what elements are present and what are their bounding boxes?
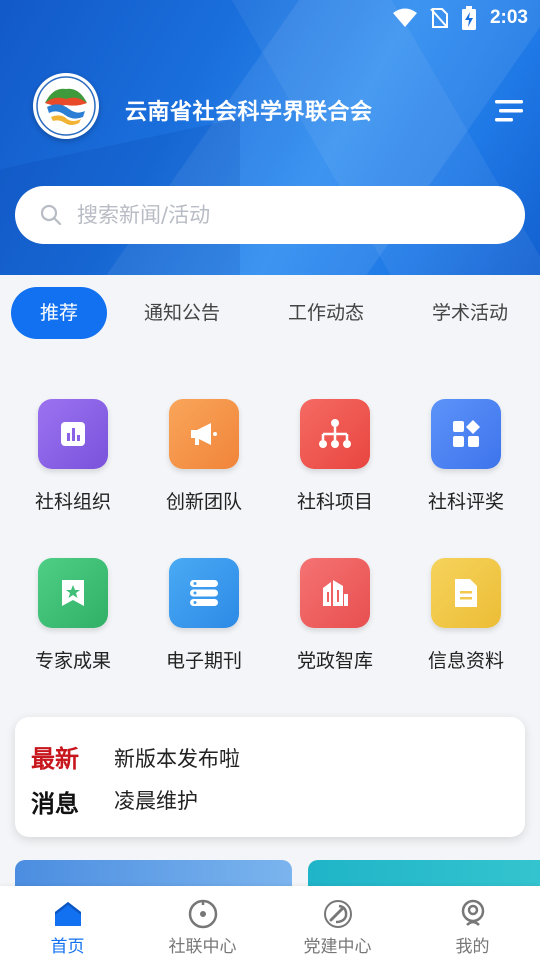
- app-title: 云南省社会科学界联合会: [125, 100, 373, 125]
- wifi-icon: [393, 8, 417, 27]
- apps-icon: [431, 399, 501, 469]
- grid-item-think-tank[interactable]: 党政智库: [270, 558, 400, 673]
- nav-center[interactable]: 社联中心: [135, 886, 270, 960]
- chart-icon: [38, 399, 108, 469]
- grid-item-e-journal[interactable]: 电子期刊: [139, 558, 269, 673]
- compass-icon: [188, 899, 217, 929]
- header: 2:03 云南省社会科学界联合会: [0, 0, 540, 275]
- news-card[interactable]: 最新 消息 新版本发布啦 凌晨维护: [15, 717, 525, 837]
- tab-notices[interactable]: 通知公告: [127, 287, 237, 339]
- bookmark-star-icon: [38, 558, 108, 628]
- nav-label: 我的: [455, 937, 490, 957]
- grid-item-label: 社科组织: [34, 491, 111, 513]
- grid-item-info-materials[interactable]: 信息资料: [401, 558, 531, 673]
- home-icon: [54, 902, 81, 926]
- party-emblem-icon: [323, 900, 352, 928]
- grid-item-innovation-team[interactable]: 创新团队: [139, 399, 269, 514]
- status-time: 2:03: [489, 7, 528, 28]
- org-chart-icon: [300, 399, 370, 469]
- grid-item-label: 信息资料: [427, 650, 504, 672]
- grid-item-social-project[interactable]: 社科项目: [270, 399, 400, 514]
- category-tabs: 推荐 通知公告 工作动态 学术活动: [0, 282, 540, 344]
- tab-academic[interactable]: 学术活动: [415, 287, 525, 339]
- nav-label: 社联中心: [168, 937, 237, 957]
- news-item[interactable]: 凌晨维护: [114, 785, 198, 815]
- nav-profile[interactable]: 我的: [405, 886, 540, 960]
- profile-icon: [461, 899, 484, 926]
- no-sim-icon: [430, 8, 448, 28]
- status-bar: 2:03: [0, 0, 540, 36]
- search-input[interactable]: [77, 203, 497, 227]
- logo: [33, 73, 99, 139]
- document-icon: [431, 558, 501, 628]
- tab-recommend[interactable]: 推荐: [11, 287, 107, 339]
- search-bar[interactable]: [15, 186, 525, 244]
- nav-party[interactable]: 党建中心: [270, 886, 405, 960]
- news-item[interactable]: 新版本发布啦: [114, 743, 240, 773]
- battery-charging-icon: [462, 6, 476, 30]
- megaphone-icon: [169, 399, 239, 469]
- news-tag-latest: 最新: [31, 745, 79, 773]
- nav-label: 首页: [50, 937, 85, 957]
- bottom-nav: 首页 社联中心 党建中心 我的: [0, 886, 540, 960]
- grid-item-label: 专家成果: [34, 650, 111, 672]
- buildings-icon: [300, 558, 370, 628]
- tab-work-news[interactable]: 工作动态: [271, 287, 381, 339]
- nav-home[interactable]: 首页: [0, 886, 135, 960]
- grid-item-expert-results[interactable]: 专家成果: [8, 558, 138, 673]
- search-icon: [40, 204, 62, 226]
- grid-item-label: 党政智库: [296, 650, 373, 672]
- news-tag-message: 消息: [31, 790, 79, 818]
- menu-icon[interactable]: [493, 98, 525, 124]
- grid-item-social-award[interactable]: 社科评奖: [401, 399, 531, 514]
- grid-item-label: 社科项目: [296, 491, 373, 513]
- grid-item-label: 创新团队: [165, 491, 242, 513]
- grid-item-label: 社科评奖: [427, 491, 504, 513]
- layers-icon: [169, 558, 239, 628]
- grid-item-social-org[interactable]: 社科组织: [8, 399, 138, 514]
- nav-label: 党建中心: [303, 937, 372, 957]
- grid-item-label: 电子期刊: [165, 650, 242, 672]
